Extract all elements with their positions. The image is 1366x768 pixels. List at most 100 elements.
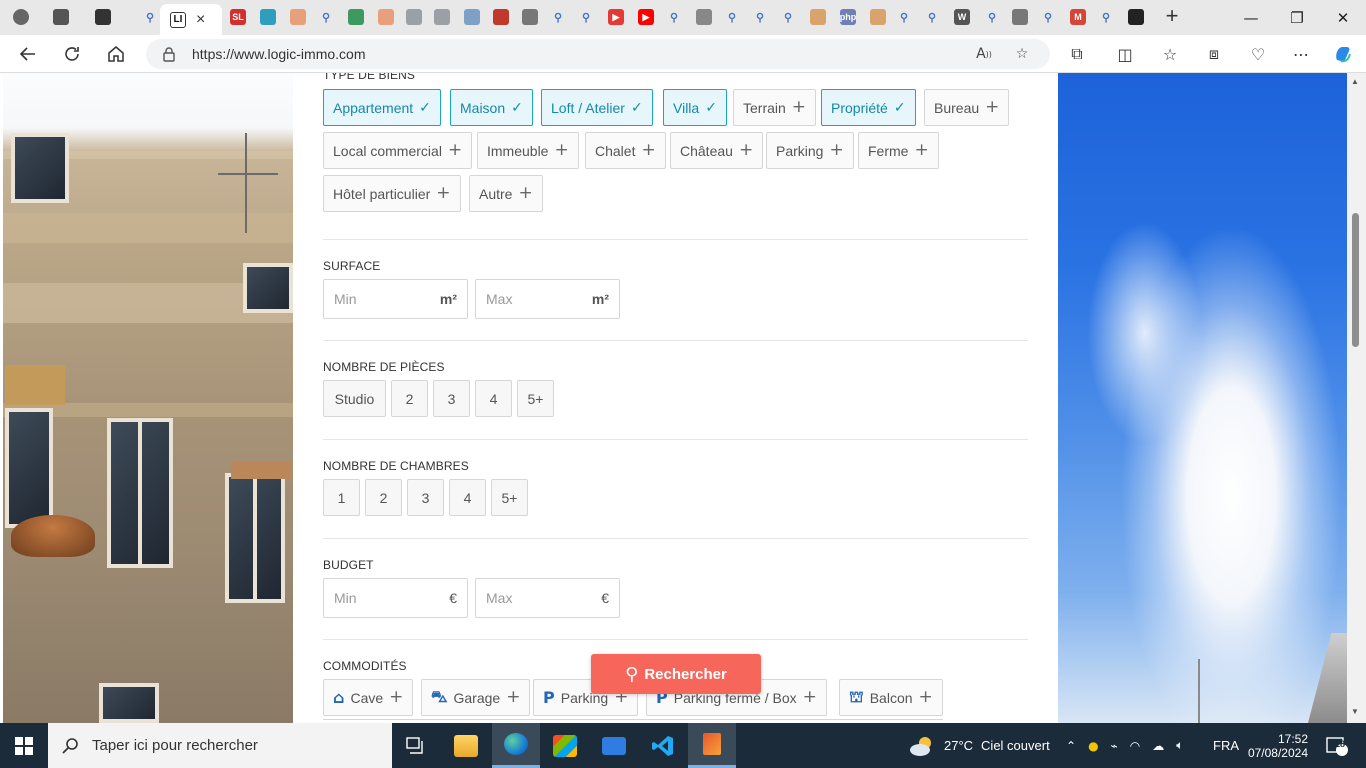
- store-app[interactable]: [541, 723, 589, 768]
- usb-icon[interactable]: ⌁: [1111, 739, 1118, 753]
- tab-profile[interactable]: [8, 5, 34, 29]
- property-type-chip[interactable]: Bureau +: [924, 89, 1010, 126]
- tab-site[interactable]: [373, 5, 399, 29]
- onedrive-cloud-icon[interactable]: ☁: [1152, 739, 1164, 753]
- tab-search[interactable]: ⚲: [573, 5, 599, 29]
- tab-site[interactable]: [517, 5, 543, 29]
- tab-search[interactable]: ⚲: [661, 5, 687, 29]
- pinned-app[interactable]: [688, 723, 736, 768]
- scrollbar-thumb[interactable]: [1352, 213, 1359, 347]
- property-type-chip[interactable]: Parking +: [766, 132, 854, 169]
- amenity-chip[interactable]: ⌂ Cave +: [323, 679, 414, 716]
- split-screen-icon[interactable]: ◫: [1112, 42, 1138, 66]
- property-type-chip[interactable]: Local commercial +: [323, 132, 473, 169]
- amenity-chip[interactable]: ⛍ Garage +: [421, 679, 531, 716]
- scroll-down-arrow-icon[interactable]: ▼: [1351, 707, 1359, 716]
- weather-widget[interactable]: 27°C Ciel couvert: [908, 723, 1050, 768]
- volume-icon[interactable]: 🔈︎: [1176, 738, 1183, 753]
- property-type-chip[interactable]: Ferme +: [858, 132, 939, 169]
- count-option-chip[interactable]: 2: [365, 479, 402, 516]
- property-type-chip[interactable]: Maison ✓: [450, 89, 533, 126]
- copilot-icon[interactable]: [1330, 42, 1356, 66]
- count-option-chip[interactable]: Studio: [323, 380, 386, 417]
- tab-edge[interactable]: [255, 5, 281, 29]
- tab-site[interactable]: [805, 5, 831, 29]
- tab-search[interactable]: ⚲: [719, 5, 745, 29]
- property-type-chip[interactable]: Château +: [670, 132, 764, 169]
- tab-search[interactable]: ⚲: [775, 5, 801, 29]
- property-type-chip[interactable]: Loft / Atelier ✓: [541, 89, 653, 126]
- tab-site[interactable]: SL: [225, 5, 251, 29]
- tab-github[interactable]: [1123, 5, 1149, 29]
- restore-button[interactable]: ❐: [1274, 0, 1320, 35]
- surface-min-input[interactable]: [334, 291, 424, 307]
- tab-wikipedia[interactable]: W: [949, 5, 975, 29]
- edge-app[interactable]: [492, 723, 540, 768]
- address-bar[interactable]: https://www.logic-immo.com A)) ☆: [146, 39, 1050, 69]
- favorites-icon[interactable]: ☆: [1157, 42, 1183, 66]
- page-scrollbar[interactable]: ▲ ▼: [1347, 73, 1366, 723]
- clock[interactable]: 17:52 07/08/2024: [1248, 723, 1308, 768]
- property-type-chip[interactable]: Appartement ✓: [323, 89, 441, 126]
- mail-app[interactable]: [590, 723, 638, 768]
- tab-site[interactable]: [285, 5, 311, 29]
- task-view-button[interactable]: [392, 723, 440, 768]
- tab-site[interactable]: [865, 5, 891, 29]
- tab-pdf[interactable]: [488, 5, 514, 29]
- count-option-chip[interactable]: 5+: [517, 380, 554, 417]
- tab-search[interactable]: ⚲: [747, 5, 773, 29]
- antivirus-icon[interactable]: ●: [1088, 739, 1098, 753]
- more-options-icon[interactable]: ⋯: [1288, 42, 1314, 66]
- taskbar-search-box[interactable]: Taper ici pour rechercher: [48, 723, 392, 768]
- collections-icon[interactable]: ⧈: [1201, 42, 1227, 66]
- property-type-chip[interactable]: Autre +: [469, 175, 543, 212]
- tab-site[interactable]: [459, 5, 485, 29]
- count-option-chip[interactable]: 5+: [491, 479, 528, 516]
- tab-search[interactable]: ⚲: [919, 5, 945, 29]
- tab-search[interactable]: ⚲: [545, 5, 571, 29]
- home-button[interactable]: [101, 40, 131, 68]
- scroll-up-arrow-icon[interactable]: ▲: [1351, 77, 1359, 86]
- tab-youtube[interactable]: ▶: [603, 5, 629, 29]
- property-type-chip[interactable]: Propriété ✓: [821, 89, 916, 126]
- favorite-star-icon[interactable]: ☆: [1012, 44, 1032, 64]
- tab-site[interactable]: [343, 5, 369, 29]
- count-option-chip[interactable]: 2: [391, 380, 428, 417]
- close-window-button[interactable]: ✕: [1320, 0, 1366, 35]
- budget-min-input[interactable]: [334, 590, 424, 606]
- property-type-chip[interactable]: Chalet +: [585, 132, 666, 169]
- tab-site[interactable]: [401, 5, 427, 29]
- notification-center[interactable]: 18: [1322, 723, 1352, 768]
- minimize-button[interactable]: —: [1228, 0, 1274, 35]
- budget-max-input[interactable]: [486, 590, 576, 606]
- read-aloud-icon[interactable]: A)): [974, 44, 994, 64]
- back-button[interactable]: [13, 40, 43, 68]
- search-button[interactable]: ⚲ Rechercher: [591, 654, 761, 694]
- tab-tab-actions[interactable]: [90, 5, 116, 29]
- tab-site[interactable]: [429, 5, 455, 29]
- refresh-button[interactable]: [57, 40, 87, 68]
- new-tab-button[interactable]: +: [1160, 5, 1184, 29]
- property-type-chip[interactable]: Terrain +: [733, 89, 817, 126]
- surface-max-field[interactable]: m²: [475, 279, 620, 319]
- tab-youtube[interactable]: ▶: [633, 5, 659, 29]
- tab-search[interactable]: ⚲: [1035, 5, 1061, 29]
- wifi-icon[interactable]: ◠: [1130, 739, 1140, 753]
- property-type-chip[interactable]: Immeuble +: [477, 132, 579, 169]
- start-button[interactable]: [0, 723, 48, 768]
- tab-site[interactable]: [1007, 5, 1033, 29]
- budget-max-field[interactable]: €: [475, 578, 620, 618]
- language-indicator[interactable]: FRA: [1213, 723, 1239, 768]
- surface-max-input[interactable]: [486, 291, 576, 307]
- browser-essentials-icon[interactable]: ♡: [1245, 42, 1271, 66]
- chevron-up-icon[interactable]: ⌃: [1066, 739, 1076, 753]
- tab-workspaces[interactable]: [48, 5, 74, 29]
- tab-page[interactable]: [691, 5, 717, 29]
- count-option-chip[interactable]: 1: [323, 479, 360, 516]
- extensions-icon[interactable]: ⧉: [1064, 42, 1090, 66]
- tab-search[interactable]: ⚲: [979, 5, 1005, 29]
- tab-search[interactable]: ⚲: [313, 5, 339, 29]
- property-type-chip[interactable]: Villa ✓: [663, 89, 727, 126]
- count-option-chip[interactable]: 3: [433, 380, 470, 417]
- budget-min-field[interactable]: €: [323, 578, 468, 618]
